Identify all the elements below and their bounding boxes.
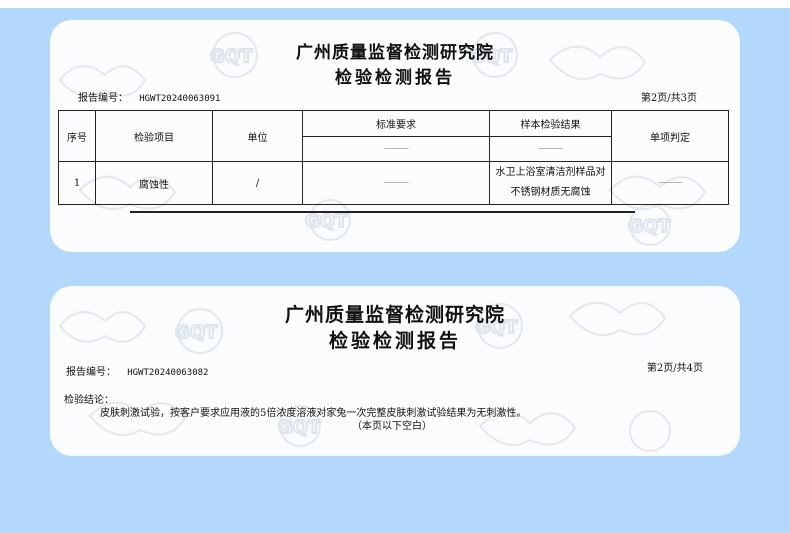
page-indicator: 第2页/共3页 <box>640 93 697 104</box>
watermark-label: GQT <box>628 216 671 237</box>
cell-result-line2: 不锈钢材质无腐蚀 <box>510 187 591 198</box>
report-number-label: 报告编号： <box>78 93 128 104</box>
standard-dash: ——— <box>302 136 490 162</box>
header-judgement: 单项判定 <box>611 110 729 162</box>
org-name: 广州质量监督检测研究院 <box>284 304 505 326</box>
top-strip <box>0 0 790 8</box>
cell-standard: ——— <box>302 161 490 205</box>
cell-item: 腐蚀性 <box>95 161 213 205</box>
report-card-1: GQT GQT GQT GQT 广州质量监督检测研究院 检验检测报告 报告编号：… <box>50 20 740 252</box>
cell-unit: / <box>212 161 303 205</box>
report-number-label: 报告编号： <box>66 367 116 378</box>
report-number-row: 报告编号： HGWT20240063082 <box>66 363 208 378</box>
report-title: 检验检测报告 <box>335 68 455 88</box>
header-result: 样本检验结果 <box>489 110 612 137</box>
report-title: 检验检测报告 <box>328 330 461 352</box>
table-header-row: 序号 检验项目 单位 标准要求 样本检验结果 单项判定 <box>58 110 729 162</box>
cell-judgement: ——— <box>611 161 729 205</box>
blank-note: （本页以下空白） <box>352 421 432 432</box>
cell-result: 水卫上浴室清洁剂样品对 不锈钢材质无腐蚀 <box>489 161 612 205</box>
header-seq: 序号 <box>58 110 96 162</box>
report-number: HGWT20240063082 <box>127 368 209 378</box>
report-card-2: GQT GQT GQT 广州质量监督检测研究院 检验检测报告 报告编号： HGW… <box>50 286 740 456</box>
cell-result-line1: 水卫上浴室清洁剂样品对 <box>495 167 606 178</box>
org-name: 广州质量监督检测研究院 <box>296 43 494 63</box>
report-number-row: 报告编号： HGWT20240063091 <box>78 89 220 104</box>
end-rule <box>130 211 635 213</box>
report-number: HGWT20240063091 <box>139 94 221 104</box>
watermark-label: GQT <box>278 417 321 438</box>
cell-seq: 1 <box>58 161 96 205</box>
header-item: 检验项目 <box>95 110 213 162</box>
page-indicator: 第2页/共4页 <box>646 363 703 374</box>
header-unit: 单位 <box>212 110 303 162</box>
conclusion-text: 皮肤刺激试验，按客户要求应用液的5倍浓度溶液对家兔一次完整皮肤刺激试验结果为无刺… <box>100 408 527 419</box>
result-dash: ——— <box>489 136 612 162</box>
header-standard: 标准要求 <box>302 110 490 137</box>
result-table: 序号 检验项目 单位 标准要求 样本检验结果 单项判定 ——— ——— 1 腐蚀… <box>58 110 729 205</box>
watermark-label: GQT <box>305 211 348 232</box>
table-row: 1 腐蚀性 / ——— 水卫上浴室清洁剂样品对 不锈钢材质无腐蚀 ——— <box>58 161 729 205</box>
